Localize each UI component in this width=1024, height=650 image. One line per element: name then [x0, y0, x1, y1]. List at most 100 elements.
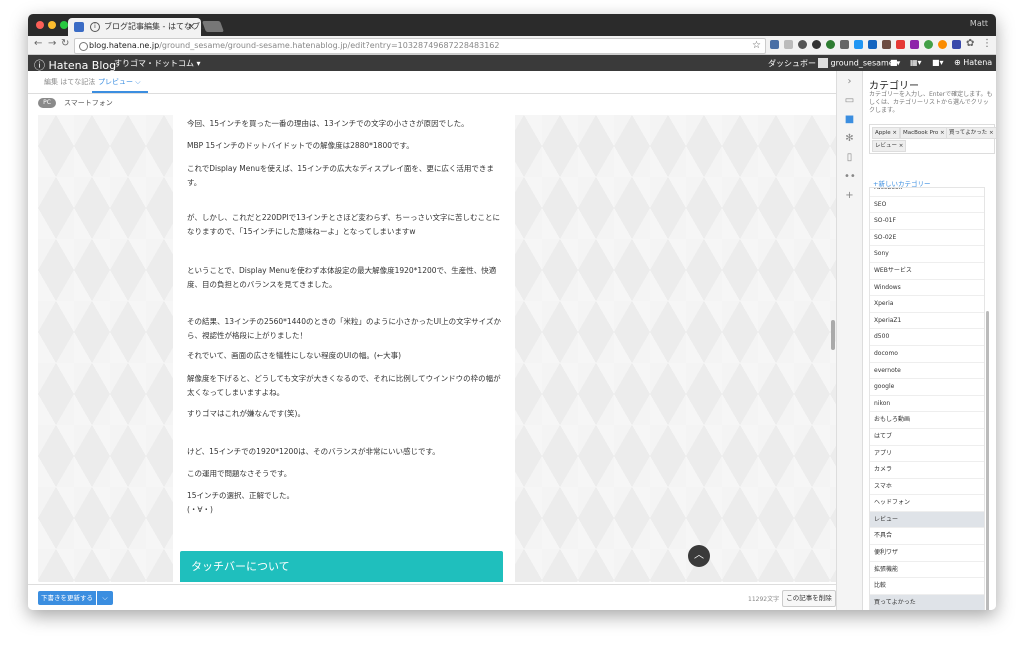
category-list-item[interactable]: 買ってよかった: [870, 594, 984, 610]
category-list-item[interactable]: 便利ワザ: [870, 545, 984, 562]
category-list-item[interactable]: 拡張機能: [870, 562, 984, 579]
category-input[interactable]: Apple × MacBook Pro × 買ってよかった × レビュー ×: [869, 124, 996, 154]
category-list-item[interactable]: d500: [870, 329, 984, 346]
update-draft-button[interactable]: 下書きを更新する: [38, 591, 96, 605]
tab-preview[interactable]: プレビュー ⌵: [98, 77, 141, 87]
back-icon[interactable]: ←: [34, 38, 42, 49]
extensions-puzzle-icon[interactable]: ✿: [966, 38, 974, 49]
url-bar[interactable]: blog.hatena.ne.jp/ground_sesame/ground-s…: [74, 38, 766, 54]
smartphone-view-toggle[interactable]: スマートフォン: [64, 98, 113, 108]
bookmark-icon[interactable]: ■: [890, 58, 898, 67]
blog-name-menu[interactable]: すりゴマ・ドットコム ▾: [114, 58, 201, 69]
category-chip[interactable]: レビュー ×: [872, 140, 907, 152]
extension-icon[interactable]: [798, 40, 807, 49]
forward-icon[interactable]: →: [48, 38, 56, 49]
category-list-item[interactable]: レビュー: [870, 511, 984, 529]
section-heading: タッチバーについて: [180, 551, 503, 582]
minimize-window-button[interactable]: [48, 21, 56, 29]
extension-icon[interactable]: [784, 40, 793, 49]
tab-close-icon[interactable]: ×: [187, 18, 195, 36]
extension-icon[interactable]: [854, 40, 863, 49]
category-list-item[interactable]: SO-02E: [870, 230, 984, 247]
category-list-item[interactable]: Windows: [870, 280, 984, 297]
paragraph: その結果、13インチの2560*1440のときの「米粒」のように小さかったUI上…: [187, 317, 501, 340]
add-icon[interactable]: +: [844, 190, 855, 201]
tab-edit[interactable]: 編集 はてな記法: [44, 77, 95, 87]
browser-tab[interactable]: i ブログ記事編集 - はてなブログ ×: [68, 18, 216, 36]
folder-icon[interactable]: ■: [844, 114, 855, 125]
paragraph: ということで、Display Menuを使わず本体設定の最大解像度1920*12…: [187, 266, 497, 289]
extension-icon[interactable]: [924, 40, 933, 49]
category-chip[interactable]: MacBook Pro ×: [900, 127, 948, 139]
extension-icon[interactable]: [910, 40, 919, 49]
preview-scrollbar[interactable]: [831, 320, 835, 350]
category-list-item[interactable]: docomo: [870, 346, 984, 363]
new-tab-button[interactable]: [201, 21, 225, 32]
close-window-button[interactable]: [36, 21, 44, 29]
scroll-to-top-button[interactable]: ︿: [688, 545, 710, 567]
category-list-item[interactable]: スマホ: [870, 479, 984, 496]
extension-icon[interactable]: [896, 40, 905, 49]
category-list-item[interactable]: 比較: [870, 578, 984, 595]
paragraph: それでいて、画面の広さを犠牲にしない程度のUIの幅。(←大事): [187, 351, 402, 360]
paragraph: が、しかし、これだと220DPIで13インチとさほど変わらず、ちーっさい文字に苦…: [187, 213, 501, 236]
preview-pane: 今回、15インチを買った一番の理由は、13インチでの文字の小ささが原因でした。 …: [38, 115, 836, 582]
collapse-panel-icon[interactable]: ›: [844, 76, 855, 87]
category-chip[interactable]: Apple ×: [872, 127, 901, 139]
category-list-item[interactable]: カメラ: [870, 462, 984, 479]
extension-icon[interactable]: [770, 40, 779, 49]
paragraph: MBP 15インチのドットバイドットでの解像度は2880*1800です。: [187, 141, 414, 150]
paragraph: この運用で問題なさそうです。: [187, 469, 292, 478]
site-info-icon[interactable]: [79, 42, 88, 51]
update-options-dropdown[interactable]: ⌵: [97, 591, 113, 605]
maximize-window-button[interactable]: [60, 21, 68, 29]
paragraph: すりゴマはこれが嫌なんです(笑)。: [187, 409, 305, 418]
category-list-item[interactable]: nikon: [870, 396, 984, 413]
sidebar-icon-strip: › ▭ ■ ✻ ▯ •• +: [836, 71, 863, 610]
category-scrollbar[interactable]: [986, 311, 989, 610]
user-menu[interactable]: ground_sesame ▾: [818, 58, 900, 68]
category-list-item[interactable]: ヘッドフォン: [870, 495, 984, 512]
category-title: カテゴリー: [869, 81, 919, 92]
apps-grid-icon[interactable]: ▦▾: [910, 58, 922, 67]
profile-name[interactable]: Matt: [970, 19, 988, 28]
more-icon[interactable]: ••: [844, 171, 856, 182]
device-switcher: PC スマートフォン: [28, 94, 836, 114]
hatena-brand[interactable]: ⊕ Hatena: [954, 58, 992, 67]
category-list-item[interactable]: google: [870, 379, 984, 396]
extension-icon[interactable]: [826, 40, 835, 49]
category-list-item[interactable]: Sony: [870, 246, 984, 263]
category-list-item[interactable]: はてブ: [870, 429, 984, 446]
bookmark-star-icon[interactable]: ☆: [752, 39, 761, 53]
category-list: Facebook SEO SO-01F SO-02E Sony WEBサービス Window…: [869, 187, 985, 610]
reload-icon[interactable]: ↻: [61, 38, 69, 49]
category-list-item[interactable]: evernote: [870, 363, 984, 380]
category-list-item[interactable]: Facebook: [870, 188, 984, 197]
category-panel: カテゴリー カテゴリーを入力し、Enterで確定します。もしくは、カテゴリーリス…: [862, 71, 996, 610]
extension-icon[interactable]: [882, 40, 891, 49]
category-list-item[interactable]: SEO: [870, 197, 984, 214]
comment-icon[interactable]: ▭: [844, 95, 855, 106]
dashboard-link[interactable]: ダッシュボード: [768, 58, 824, 69]
extension-icon[interactable]: [952, 40, 961, 49]
category-chip[interactable]: 買ってよかった ×: [946, 127, 996, 139]
paragraph: 15インチの選択、正解でした。 (・∀・): [187, 491, 295, 514]
gear-icon[interactable]: ✻: [844, 133, 855, 144]
category-list-item[interactable]: 不具合: [870, 528, 984, 546]
brand-text: Hatena: [963, 58, 993, 67]
category-list-item[interactable]: WEBサービス: [870, 263, 984, 280]
document-icon[interactable]: ▯: [844, 152, 855, 163]
extension-icon[interactable]: [840, 40, 849, 49]
extension-icon[interactable]: [812, 40, 821, 49]
browser-menu-icon[interactable]: ⋮: [982, 38, 992, 49]
pc-view-toggle[interactable]: PC: [38, 98, 56, 108]
category-list-item[interactable]: Xperia: [870, 296, 984, 313]
category-list-item[interactable]: XperiaZ1: [870, 313, 984, 330]
extension-icon[interactable]: [868, 40, 877, 49]
extension-icon[interactable]: [938, 40, 947, 49]
category-list-item[interactable]: アプリ: [870, 446, 984, 463]
category-list-item[interactable]: おもしろ動画: [870, 412, 984, 429]
delete-article-button[interactable]: この記事を削除: [782, 590, 836, 607]
notification-icon[interactable]: ■▾: [932, 58, 944, 67]
category-list-item[interactable]: SO-01F: [870, 213, 984, 230]
